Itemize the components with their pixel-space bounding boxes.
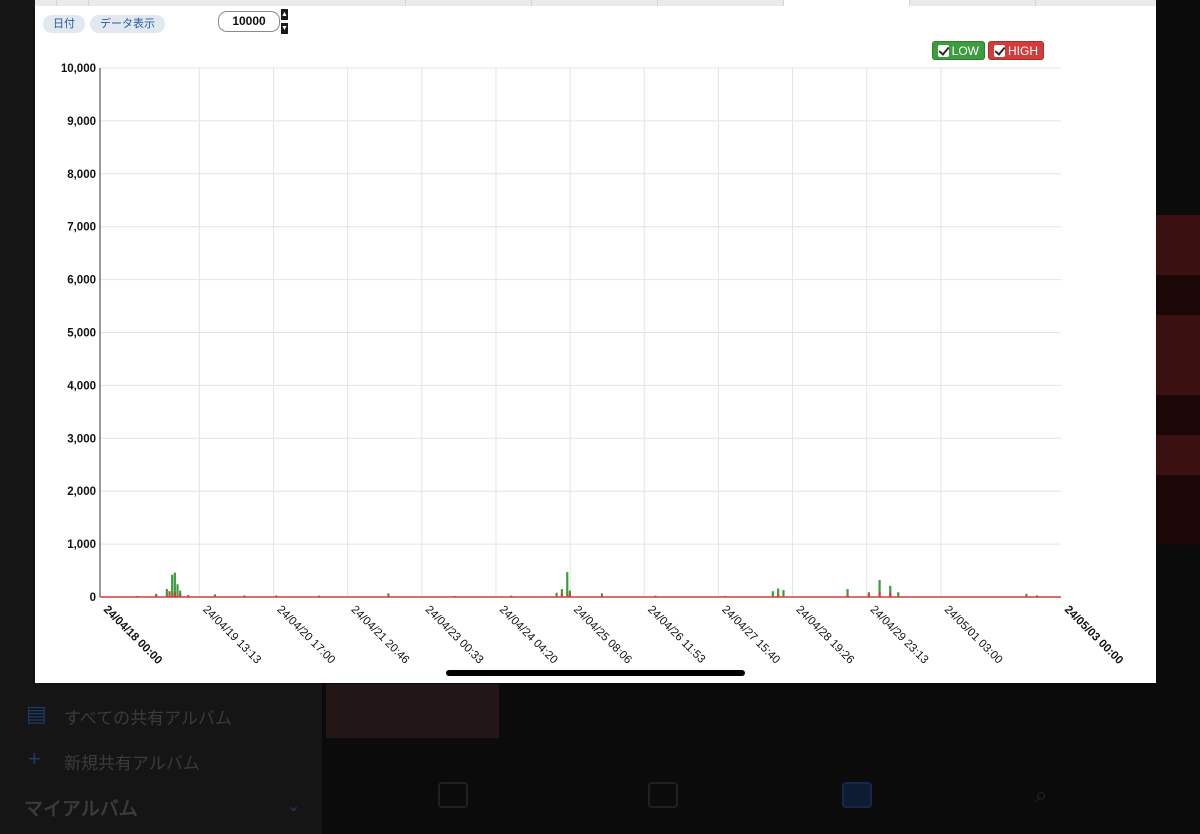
home-indicator (446, 670, 745, 676)
low-bar (165, 589, 168, 597)
background-photo-strip (1156, 215, 1200, 545)
x-tick-label: 24/05/03 00:00 (1062, 604, 1125, 667)
y-tick-label: 5,000 (67, 328, 96, 340)
y-tick-label: 9,000 (67, 116, 96, 128)
x-tick-label: 24/04/23 00:33 (423, 604, 486, 667)
tab-for-you[interactable] (648, 778, 678, 812)
low-bar (771, 591, 774, 597)
tab-library[interactable] (438, 778, 468, 812)
y-tick-label: 10,000 (61, 63, 96, 75)
high-bar (168, 591, 171, 597)
x-tick-label: 24/04/18 00:00 (101, 604, 164, 667)
x-tick-label: 24/05/01 03:00 (942, 604, 1005, 667)
x-tick-label: 24/04/21 20:46 (349, 604, 412, 667)
y-tick-label: 0 (90, 592, 96, 604)
tab-albums[interactable] (842, 778, 872, 812)
time-series-chart[interactable]: 0 1,000 2,000 3,000 4,000 5,000 6,000 7,000 8,00… (35, 0, 1156, 683)
my-albums-heading: マイアルバム (24, 799, 138, 820)
search-icon: ⌕ (1035, 782, 1048, 807)
x-tick-label: 24/04/28 19:26 (793, 604, 856, 667)
low-bar (176, 584, 179, 597)
chevron-down-icon[interactable]: ⌄ (287, 796, 300, 816)
shared-albums-label[interactable]: すべての共有アルバム (64, 704, 232, 729)
y-tick-label: 3,000 (67, 433, 96, 445)
low-bar (171, 574, 174, 597)
x-tick-label: 24/04/25 08:06 (571, 604, 634, 667)
plus-icon: + (28, 746, 41, 771)
y-tick-label: 8,000 (67, 169, 96, 181)
background-photo-thumbnail (326, 684, 499, 738)
y-tick-label: 6,000 (67, 275, 96, 287)
new-shared-album-label[interactable]: 新規共有アルバム (64, 749, 200, 774)
x-tick-label: 24/04/27 15:40 (719, 604, 782, 667)
y-tick-label: 1,000 (67, 539, 96, 551)
y-tick-label: 4,000 (67, 380, 96, 392)
x-tick-label: 24/04/24 04:20 (497, 604, 560, 667)
x-tick-label: 24/04/19 13:13 (200, 604, 263, 667)
chart-panel: 日付 データ表示 10000 ▲ ▼ LOW HIGH 0 1,000 2,000 3… (35, 0, 1156, 683)
y-tick-label: 7,000 (67, 222, 96, 234)
tab-search[interactable]: ⌕ (1035, 778, 1047, 812)
x-tick-label: 24/04/20 17:00 (274, 604, 337, 667)
x-tick-label: 24/04/26 11:53 (645, 604, 707, 666)
x-tick-label: 24/04/29 23:13 (868, 604, 931, 667)
low-bar (782, 590, 785, 597)
shared-album-icon: ▤ (26, 701, 47, 726)
y-tick-label: 2,000 (67, 486, 96, 498)
low-bar (566, 572, 569, 597)
